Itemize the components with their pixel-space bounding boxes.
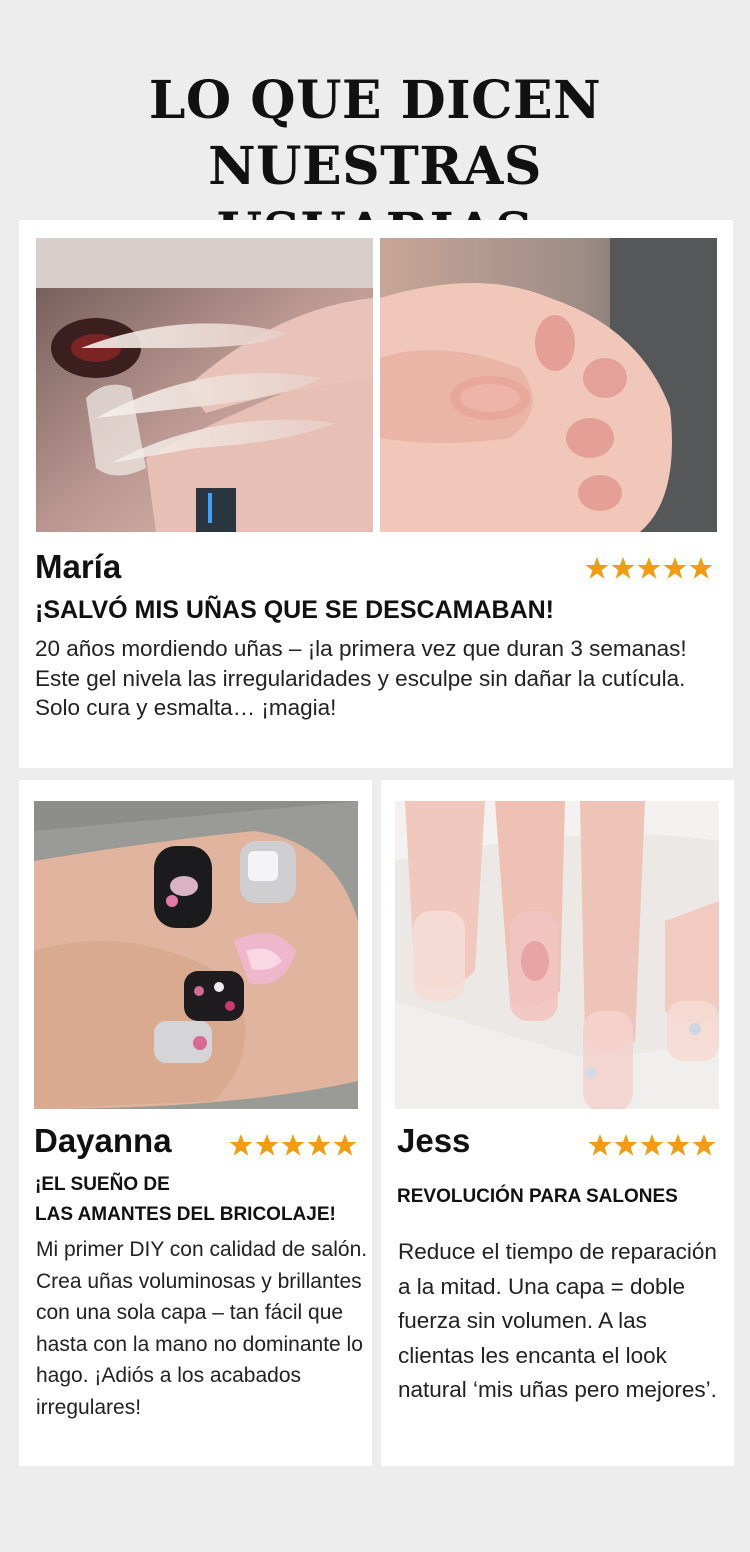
star-icon [637,557,661,579]
review-headline-line-1: ¡EL SUEÑO DE [35,1174,170,1195]
star-icon [640,1134,664,1156]
star-icon [585,557,609,579]
star-icon [663,557,687,579]
page-title-line-1: LO QUE DICEN NUESTRAS [148,70,602,197]
review-photo-short-nails [380,238,717,532]
review-card-maria: María ¡SALVÓ MIS UÑAS QUE SE DESCAMABAN!… [19,220,733,768]
star-icon [692,1134,716,1156]
review-body: 20 años mordiendo uñas – ¡la primera vez… [35,636,687,720]
review-photo-long-nails [36,238,373,532]
reviewer-name: María [35,548,122,585]
star-icon [689,557,713,579]
review-headline: ¡SALVÓ MIS UÑAS QUE SE DESCAMABAN! [35,596,555,624]
star-rating [229,1133,357,1157]
review-headline: REVOLUCIÓN PARA SALONES [397,1186,678,1207]
star-icon [281,1134,305,1156]
reviewer-name: Dayanna [34,1122,172,1159]
review-body: Mi primer DIY con calidad de salón. Crea… [36,1238,368,1419]
star-icon [588,1134,612,1156]
reviewer-name: Jess [397,1122,471,1159]
review-card-jess: Jess REVOLUCIÓN PARA SALONES Reduce el t… [381,780,734,1466]
star-rating [585,556,713,580]
star-icon [614,1134,638,1156]
star-icon [333,1134,357,1156]
review-headline: ¡EL SUEÑO DE LAS AMANTES DEL BRICOLAJE! [35,1170,365,1230]
star-rating [588,1133,716,1157]
star-icon [611,557,635,579]
star-icon [666,1134,690,1156]
review-photo-sheer-nails [395,801,719,1109]
star-icon [255,1134,279,1156]
star-icon [307,1134,331,1156]
review-body: Reduce el tiempo de reparación a la mita… [398,1239,717,1402]
review-photo-jeweled-nails [34,801,358,1109]
star-icon [229,1134,253,1156]
review-headline-line-2: LAS AMANTES DEL BRICOLAJE! [35,1204,336,1225]
review-card-dayanna: Dayanna ¡EL SUEÑO DE LAS AMANTES DEL BRI… [19,780,372,1466]
